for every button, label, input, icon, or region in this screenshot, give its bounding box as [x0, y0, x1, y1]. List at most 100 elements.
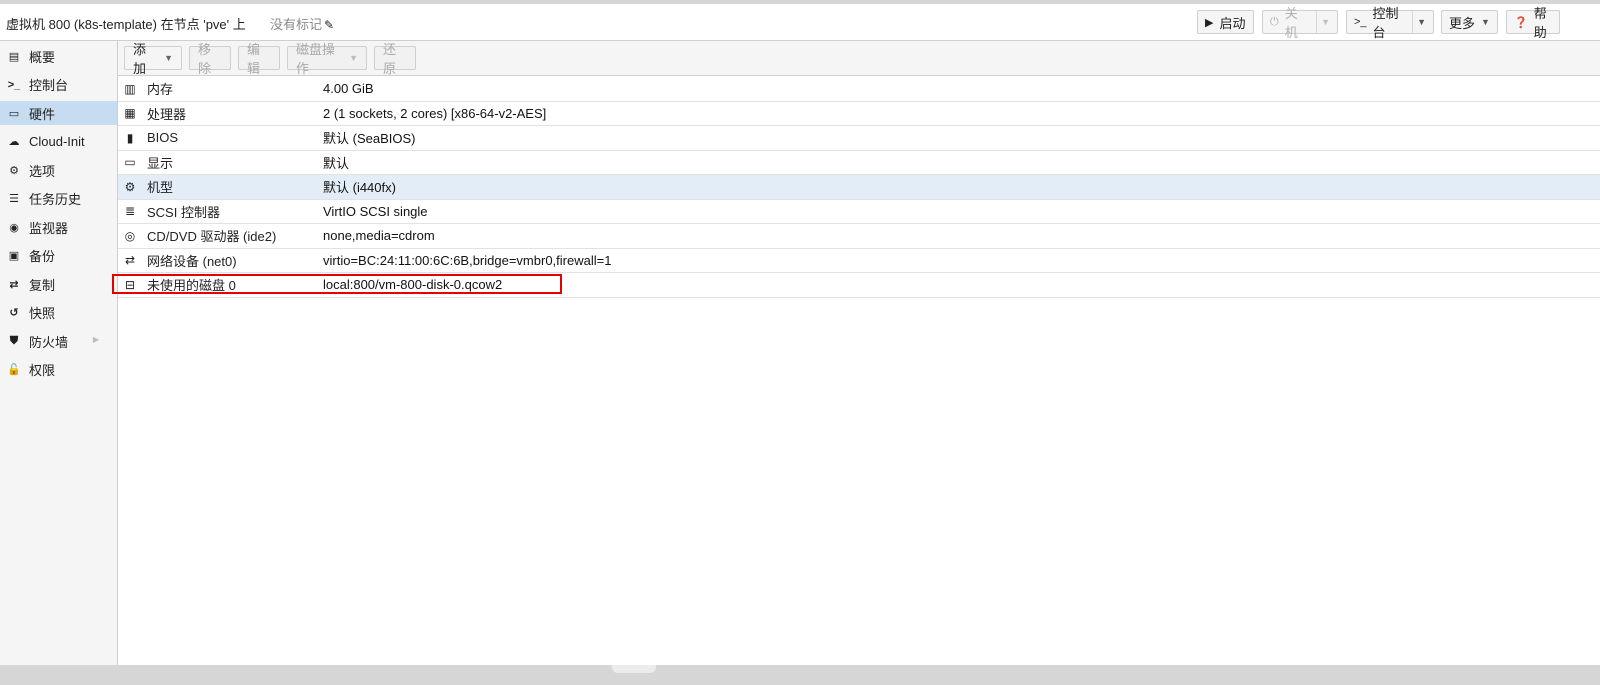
list-icon: ☰ [9, 193, 19, 205]
add-button[interactable]: 添加 ▼ [124, 42, 182, 76]
row-name: 未使用的磁盘 0 [147, 278, 236, 294]
row-name: 显示 [147, 155, 174, 171]
start-button[interactable]: ▶ 启动 [1197, 10, 1254, 34]
sidebar-item-label: 权限 [29, 363, 56, 378]
terminal-icon: >_ [1354, 16, 1367, 28]
remove-label: 移除 [198, 42, 212, 76]
row-name: 网络设备 (net0) [147, 253, 237, 269]
hardware-grid: ▥ 内存 4.00 GiB ▦ 处理器 2 (1 sockets, 2 core… [118, 77, 1600, 298]
row-value: VirtIO SCSI single [323, 203, 428, 219]
sidebar-item-label: 概要 [29, 49, 56, 65]
row-name: SCSI 控制器 [147, 204, 220, 220]
sidebar-item-label: 硬件 [29, 106, 56, 122]
book-icon: ▤ [8, 50, 20, 63]
sidebar-item-summary[interactable]: ▤ 概要 [0, 44, 117, 68]
chevron-down-icon: ▼ [1481, 17, 1490, 27]
sidebar-item-backup[interactable]: ▣ 备份 [0, 244, 117, 268]
chevron-down-icon[interactable]: ▼ [1417, 17, 1426, 27]
revert-button[interactable]: 还原 [374, 42, 416, 76]
bottom-bar [0, 665, 1600, 685]
edit-button[interactable]: 编辑 [238, 42, 280, 76]
row-name: CD/DVD 驱动器 (ide2) [147, 229, 277, 245]
remove-button[interactable]: 移除 [189, 42, 231, 76]
help-button[interactable]: ❓ 帮助 [1506, 6, 1560, 40]
page-title: 虚拟机 800 (k8s-template) 在节点 'pve' 上 [6, 17, 246, 32]
sidebar-item-label: 选项 [29, 163, 56, 179]
sidebar-item-label: 复制 [29, 277, 56, 293]
cogs-icon: ⚙ [124, 179, 136, 194]
table-row[interactable]: ⊟ 未使用的磁盘 0 local:800/vm-800-disk-0.qcow2 [118, 273, 1600, 298]
sidebar-item-label: 任务历史 [29, 192, 82, 207]
table-row[interactable]: ▭ 显示 默认 [118, 151, 1600, 175]
hardware-toolbar: 添加 ▼ 移除 编辑 磁盘操作 ▼ 还原 [118, 41, 1600, 76]
table-row[interactable]: ▦ 处理器 2 (1 sockets, 2 cores) [x86-64-v2-… [118, 102, 1600, 126]
hdd-icon: ⊟ [124, 277, 136, 292]
sidebar-item-hardware[interactable]: ▭ 硬件 [0, 101, 117, 125]
page-header: 虚拟机 800 (k8s-template) 在节点 'pve' 上 没有标记 ✎… [0, 4, 1600, 41]
table-row[interactable]: ⚙ 机型 默认 (i440fx) [118, 175, 1600, 200]
power-icon: ⏻ [1270, 15, 1279, 28]
sidebar-item-firewall[interactable]: ⛊ 防火墙 ▶ [0, 329, 117, 353]
resize-handle[interactable] [612, 665, 656, 673]
sidebar-item-label: Cloud-Init [29, 134, 85, 149]
sidebar-item-console[interactable]: >_ 控制台 [0, 73, 117, 97]
exchange-icon: ⇄ [124, 253, 136, 268]
sidebar-item-cloud-init[interactable]: ☁ Cloud-Init [0, 130, 117, 154]
microchip-icon: ▮ [126, 130, 134, 145]
expand-arrow-icon[interactable]: ▶ [93, 335, 99, 344]
database-icon: ≣ [124, 204, 136, 219]
history-icon: ↺ [9, 307, 19, 319]
sidebar-item-label: 防火墙 [29, 334, 69, 350]
table-row[interactable]: ▥ 内存 4.00 GiB [118, 77, 1600, 102]
row-value: virtio=BC:24:11:00:6C:6B,bridge=vmbr0,fi… [323, 252, 612, 268]
table-row[interactable]: ≣ SCSI 控制器 VirtIO SCSI single [118, 200, 1600, 224]
sidebar-item-options[interactable]: ⚙ 选项 [0, 158, 117, 182]
floppy-icon: ▣ [8, 250, 20, 262]
console-button[interactable]: >_ 控制台 ▼ [1346, 6, 1434, 40]
row-value: 默认 (SeaBIOS) [323, 131, 416, 147]
cpu-icon: ▦ [124, 106, 136, 121]
monitor-icon: ▭ [124, 155, 136, 170]
pencil-icon[interactable]: ✎ [324, 18, 334, 32]
chevron-down-icon: ▼ [164, 53, 173, 63]
row-name: 内存 [147, 82, 174, 98]
chevron-down-icon: ▼ [349, 53, 358, 63]
play-icon: ▶ [1205, 16, 1214, 29]
question-circle-icon: ❓ [1514, 16, 1528, 29]
sidebar-item-permissions[interactable]: 🔓 权限 [0, 358, 117, 382]
table-row[interactable]: ▮ BIOS 默认 (SeaBIOS) [118, 126, 1600, 151]
sidebar-item-snapshots[interactable]: ↺ 快照 [0, 301, 117, 325]
terminal-icon: >_ [7, 78, 21, 91]
sidebar-item-label: 控制台 [29, 78, 69, 93]
sidebar-item-label: 快照 [29, 306, 56, 321]
console-label: 控制台 [1372, 6, 1399, 40]
row-value: local:800/vm-800-disk-0.qcow2 [323, 277, 503, 293]
sidebar-item-replication[interactable]: ⇄ 复制 [0, 272, 117, 296]
shutdown-button[interactable]: ⏻ 关机 ▼ [1262, 6, 1338, 40]
table-row[interactable]: ◎ CD/DVD 驱动器 (ide2) none,media=cdrom [118, 224, 1600, 249]
add-label: 添加 [133, 42, 147, 76]
shutdown-label: 关机 [1284, 6, 1298, 40]
more-button[interactable]: 更多 ▼ [1441, 10, 1498, 34]
edit-label: 编辑 [247, 42, 261, 76]
revert-label: 还原 [383, 42, 397, 76]
unlock-icon: 🔓 [7, 364, 21, 376]
row-name: BIOS [147, 130, 179, 146]
sidebar-item-label: 监视器 [29, 220, 69, 236]
chevron-down-icon[interactable]: ▼ [1321, 17, 1330, 27]
row-value: none,media=cdrom [323, 228, 435, 244]
sidebar-item-task-history[interactable]: ☰ 任务历史 [0, 187, 117, 211]
help-label: 帮助 [1533, 6, 1547, 40]
row-value: 默认 (i440fx) [323, 180, 396, 196]
table-row[interactable]: ⇄ 网络设备 (net0) virtio=BC:24:11:00:6C:6B,b… [118, 249, 1600, 273]
sidebar: ▤ 概要 >_ 控制台 ▭ 硬件 ☁ Cloud-Init ⚙ 选项 ☰ 任务历… [0, 41, 118, 685]
row-value: 2 (1 sockets, 2 cores) [x86-64-v2-AES] [323, 105, 547, 121]
cdrom-icon: ◎ [124, 228, 136, 243]
disk-action-button[interactable]: 磁盘操作 ▼ [287, 42, 367, 76]
sidebar-item-monitor[interactable]: ◉ 监视器 [0, 215, 117, 239]
cloud-icon: ☁ [8, 136, 20, 148]
eye-icon: ◉ [9, 221, 19, 234]
tags-editor[interactable]: 没有标记 ✎ [270, 14, 334, 33]
row-name: 机型 [147, 180, 174, 196]
more-label: 更多 [1449, 15, 1476, 31]
